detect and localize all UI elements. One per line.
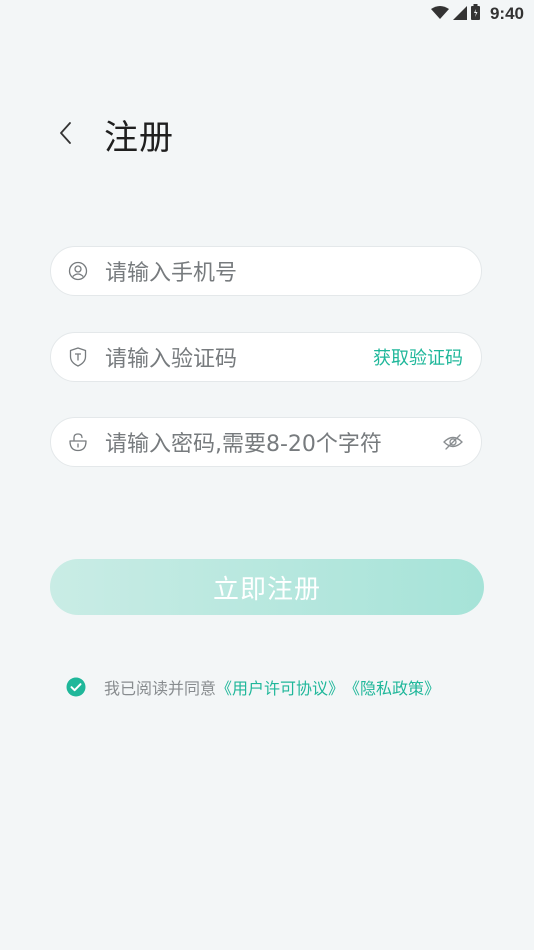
signal-icon bbox=[452, 5, 467, 24]
privacy-link[interactable]: 《隐私政策》 bbox=[344, 675, 440, 699]
agreement-row: 我已阅读并同意 《用户许可协议》 《隐私政策》 bbox=[66, 675, 440, 699]
agreement-checkbox[interactable] bbox=[66, 677, 86, 697]
chevron-left-icon bbox=[58, 121, 72, 149]
battery-icon bbox=[470, 4, 480, 24]
code-field[interactable]: 请输入验证码 获取验证码 bbox=[50, 332, 482, 382]
page-title: 注册 bbox=[104, 118, 174, 158]
user-circle-icon bbox=[67, 260, 89, 282]
phone-input[interactable]: 请输入手机号 bbox=[105, 255, 481, 287]
wifi-icon bbox=[430, 5, 449, 24]
header: 注册 bbox=[58, 110, 174, 159]
shield-icon bbox=[67, 346, 89, 368]
status-bar: 9:40 bbox=[0, 0, 534, 28]
agreement-text: 我已阅读并同意 bbox=[104, 679, 217, 698]
lock-icon bbox=[67, 431, 89, 453]
phone-field[interactable]: 请输入手机号 bbox=[50, 246, 482, 296]
get-code-button[interactable]: 获取验证码 bbox=[373, 344, 463, 370]
password-field[interactable]: 请输入密码,需要8-20个字符 bbox=[50, 417, 482, 467]
terms-link[interactable]: 《用户许可协议》 bbox=[216, 675, 344, 699]
code-input[interactable]: 请输入验证码 bbox=[105, 341, 373, 373]
register-button[interactable]: 立即注册 bbox=[50, 559, 484, 615]
status-time: 9:40 bbox=[489, 4, 524, 23]
password-input[interactable]: 请输入密码,需要8-20个字符 bbox=[105, 426, 441, 458]
eye-off-icon[interactable] bbox=[441, 430, 465, 454]
back-button[interactable] bbox=[58, 113, 86, 157]
